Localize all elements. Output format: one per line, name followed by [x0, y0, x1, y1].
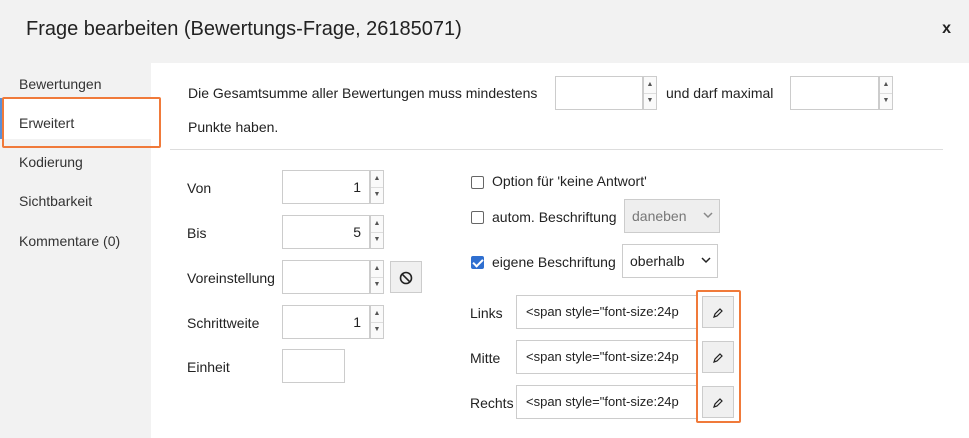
schrittweite-input[interactable]: 1: [282, 305, 370, 339]
bis-spinner[interactable]: ▲ ▼: [370, 215, 384, 249]
spin-up-icon[interactable]: ▲: [371, 171, 383, 188]
sum-min-label: Die Gesamtsumme aller Bewertungen muss m…: [188, 85, 538, 101]
eigene-beschriftung-select[interactable]: oberhalb: [622, 244, 718, 278]
chevron-down-icon: [703, 200, 713, 244]
keine-antwort-checkbox[interactable]: [471, 176, 484, 189]
voreinstellung-spinner[interactable]: ▲ ▼: [370, 260, 384, 294]
rechts-label: Rechts: [470, 395, 514, 411]
bis-input[interactable]: 5: [282, 215, 370, 249]
autom-beschriftung-value: daneben: [632, 208, 687, 224]
rechts-input[interactable]: <span style="font-size:24p: [516, 385, 698, 419]
dialog-title: Frage bearbeiten (Bewertungs-Frage, 2618…: [26, 18, 462, 40]
chevron-down-icon: [701, 245, 711, 289]
schrittweite-label: Schrittweite: [187, 315, 260, 331]
spin-down-icon[interactable]: ▼: [644, 93, 656, 109]
spin-down-icon[interactable]: ▼: [371, 277, 383, 293]
sidebar-item-kodierung[interactable]: Kodierung: [19, 154, 83, 170]
spin-up-icon[interactable]: ▲: [371, 261, 383, 278]
eigene-beschriftung-checkbox[interactable]: [471, 256, 484, 269]
sidebar-item-bewertungen[interactable]: Bewertungen: [19, 76, 102, 92]
sum-max-spinner[interactable]: ▲ ▼: [879, 76, 893, 110]
sum-min-spinner[interactable]: ▲ ▼: [643, 76, 657, 110]
spin-up-icon[interactable]: ▲: [880, 77, 892, 94]
spin-down-icon[interactable]: ▼: [880, 93, 892, 109]
sum-max-label: und darf maximal: [666, 85, 774, 101]
einheit-label: Einheit: [187, 359, 230, 375]
eigene-beschriftung-value: oberhalb: [630, 253, 685, 269]
von-spinner[interactable]: ▲ ▼: [370, 170, 384, 204]
clear-icon: [399, 271, 413, 284]
spin-up-icon[interactable]: ▲: [644, 77, 656, 94]
voreinstellung-input[interactable]: [282, 260, 370, 294]
links-label: Links: [470, 305, 503, 321]
reset-button[interactable]: [390, 261, 422, 293]
von-input[interactable]: 1: [282, 170, 370, 204]
autom-beschriftung-label: autom. Beschriftung: [492, 209, 617, 225]
voreinstellung-label: Voreinstellung: [187, 270, 275, 286]
schrittweite-spinner[interactable]: ▲ ▼: [370, 305, 384, 339]
spin-down-icon[interactable]: ▼: [371, 187, 383, 203]
sum-max-input[interactable]: [790, 76, 879, 110]
sum-suffix: Punkte haben.: [188, 119, 279, 135]
sidebar-item-kommentare[interactable]: Kommentare (0): [19, 233, 120, 249]
eigene-beschriftung-label: eigene Beschriftung: [492, 254, 616, 270]
links-input[interactable]: <span style="font-size:24p: [516, 295, 698, 329]
spin-down-icon[interactable]: ▼: [371, 322, 383, 338]
spin-up-icon[interactable]: ▲: [371, 216, 383, 233]
divider: [170, 149, 943, 150]
spin-up-icon[interactable]: ▲: [371, 306, 383, 323]
spin-down-icon[interactable]: ▼: [371, 232, 383, 248]
mitte-label: Mitte: [470, 350, 501, 366]
bis-label: Bis: [187, 225, 207, 241]
autom-beschriftung-checkbox[interactable]: [471, 211, 484, 224]
keine-antwort-label: Option für 'keine Antwort': [492, 173, 647, 189]
von-label: Von: [187, 180, 212, 196]
dialog-header: Frage bearbeiten (Bewertungs-Frage, 2618…: [0, 0, 969, 63]
sidebar-item-sichtbarkeit[interactable]: Sichtbarkeit: [19, 193, 92, 209]
sum-min-input[interactable]: [555, 76, 643, 110]
close-button[interactable]: x: [942, 20, 951, 38]
highlight-edit-buttons: [696, 290, 741, 423]
autom-beschriftung-select[interactable]: daneben: [624, 199, 720, 233]
mitte-input[interactable]: <span style="font-size:24p: [516, 340, 698, 374]
highlight-erweitert: [2, 97, 161, 148]
einheit-input[interactable]: [282, 349, 345, 383]
